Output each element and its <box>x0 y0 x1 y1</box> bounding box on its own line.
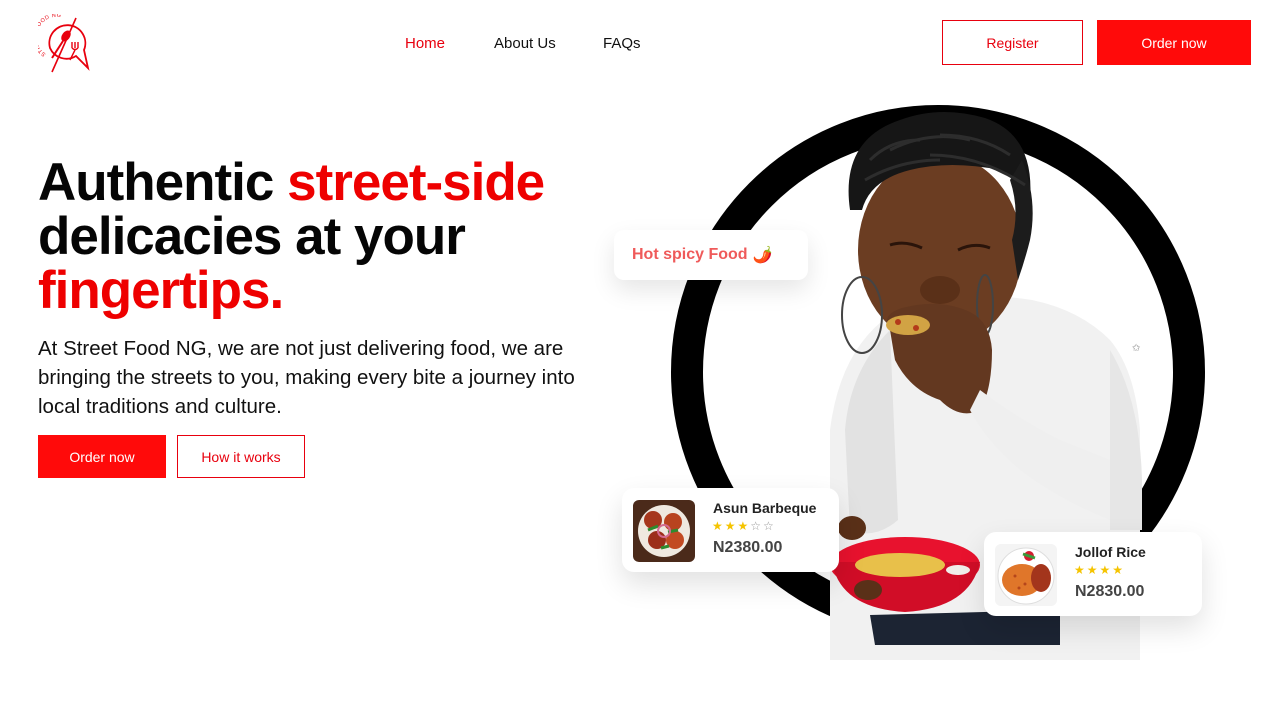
hero-headline: Authentic street-side delicacies at your… <box>38 156 598 318</box>
hot-spicy-bubble: Hot spicy Food 🌶️ <box>614 230 808 280</box>
sparkle-icon: ✩ <box>1132 343 1141 354</box>
jollof-rice-thumbnail <box>995 544 1057 606</box>
order-now-header-button[interactable]: Order now <box>1097 20 1251 65</box>
card-name: Jollof Rice <box>1075 544 1146 560</box>
card-name: Asun Barbeque <box>713 500 817 516</box>
how-it-works-button[interactable]: How it works <box>177 435 305 478</box>
nav-faqs[interactable]: FAQs <box>603 34 641 54</box>
food-card-jollof-rice[interactable]: Jollof Rice ★★★★ N2830.00 <box>984 532 1202 616</box>
card-price: N2830.00 <box>1075 583 1145 600</box>
nav-home[interactable]: Home <box>405 34 445 54</box>
food-card-asun-barbeque[interactable]: Asun Barbeque ★★★☆☆ N2380.00 <box>622 488 839 572</box>
headline-part2: street-side <box>287 153 545 212</box>
star-empty-icon: ☆☆ <box>750 519 776 533</box>
nav-about-us[interactable]: About Us <box>494 34 556 54</box>
bubble-text: Hot spicy Food <box>632 246 748 263</box>
star-rating: ★★★☆☆ <box>712 519 776 533</box>
headline-part3: delicacies at your <box>38 207 466 266</box>
order-now-hero-button[interactable]: Order now <box>38 435 166 478</box>
star-rating: ★★★★ <box>1074 563 1125 577</box>
headline-part4: fingertips. <box>38 261 284 320</box>
hero-lead: At Street Food NG, we are not just deliv… <box>38 337 575 418</box>
asun-barbeque-thumbnail <box>633 500 695 562</box>
main-nav: Home About Us FAQs <box>0 34 1280 54</box>
headline-part1: Authentic <box>38 153 288 212</box>
chili-pepper-icon: 🌶️ <box>752 247 773 264</box>
star-filled-icon: ★★★ <box>712 519 751 533</box>
register-button[interactable]: Register <box>942 20 1083 65</box>
star-filled-icon: ★★★★ <box>1074 563 1126 577</box>
card-price: N2380.00 <box>713 539 783 556</box>
